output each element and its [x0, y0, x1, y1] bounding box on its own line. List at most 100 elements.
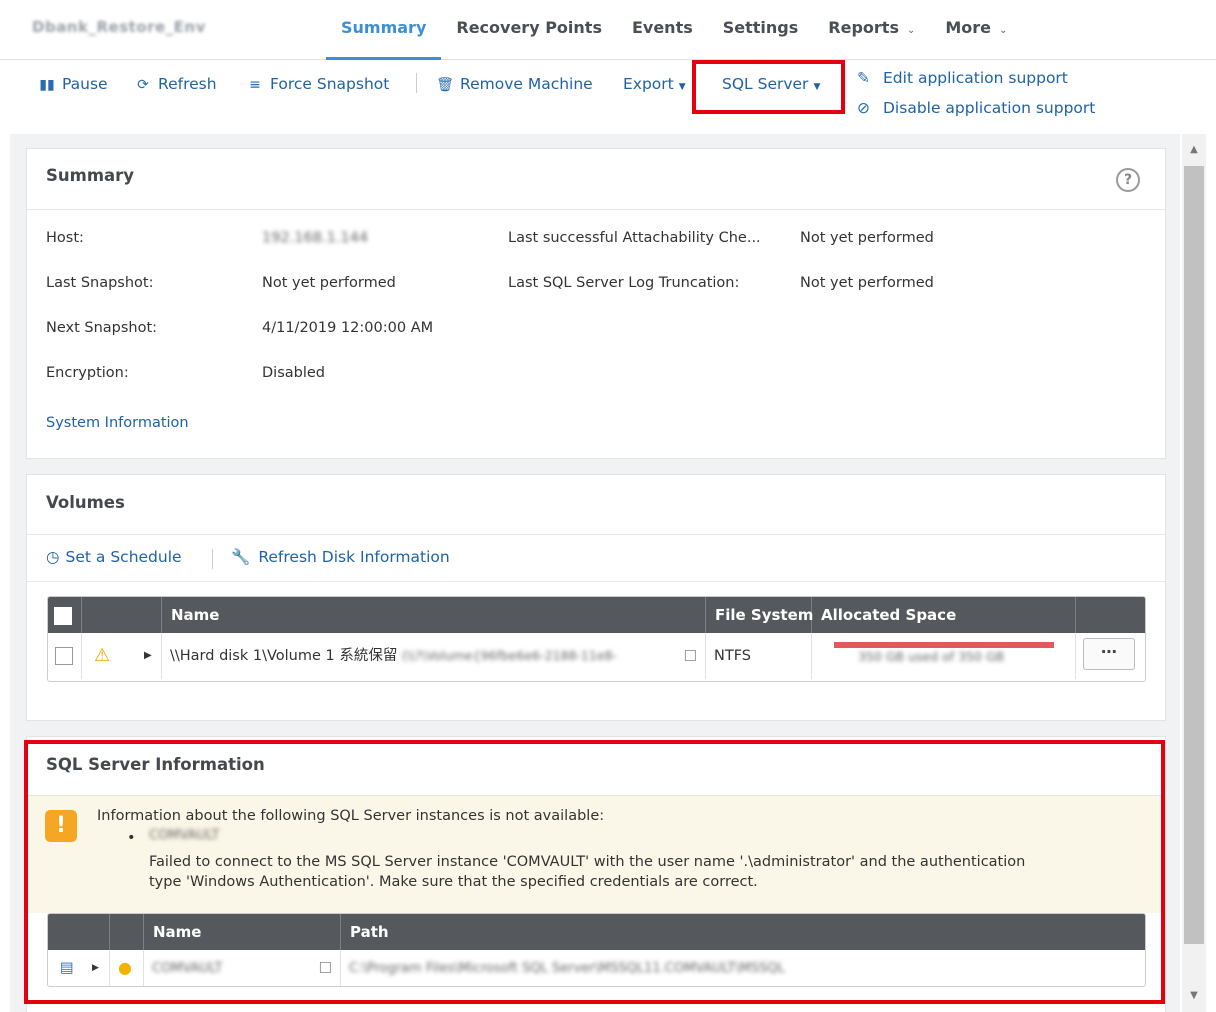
refresh-button[interactable]: ⟳ Refresh — [134, 72, 217, 96]
table-header: Name File System Allocated Space — [48, 597, 1145, 633]
remove-machine-button[interactable]: 🗑 Remove Machine — [436, 72, 593, 96]
table-header: Name Path — [48, 914, 1145, 950]
machine-name: Dbank_Restore_Env — [32, 18, 206, 36]
tab-summary[interactable]: Summary — [326, 0, 442, 60]
refresh-icon: ⟳ — [137, 77, 149, 93]
refresh-disk-button[interactable]: 🔧 Refresh Disk Information — [231, 548, 450, 566]
header-type — [48, 914, 110, 950]
tab-label: Recovery Points — [456, 18, 602, 37]
summary-title: Summary — [46, 166, 135, 185]
divider — [27, 581, 1165, 582]
volume-guid: (\\?\Volume{96fbe6e6-2188-11e8- — [401, 648, 617, 663]
tab-bar: Summary Recovery Points Events Settings … — [326, 0, 1022, 60]
toolbar-divider — [212, 549, 213, 569]
error-line-1: Failed to connect to the MS SQL Server i… — [149, 854, 1026, 870]
sql-path-cell: C:\Program Files\Microsoft SQL Server\MS… — [341, 950, 1145, 986]
edit-app-support-button[interactable]: ✎ Edit application support — [857, 69, 1068, 87]
last-snapshot-label: Last Snapshot: — [46, 275, 154, 291]
sql-server-highlight — [692, 60, 845, 114]
sql-instance-path: C:\Program Files\Microsoft SQL Server\MS… — [349, 961, 785, 976]
sql-instances-table: Name Path ▤ ▶ ● COMVAULT ☐ C:\Program Fi… — [47, 913, 1146, 987]
content-area: Summary ? Host: 192.168.1.144 Last Snaps… — [10, 134, 1180, 1012]
force-snapshot-button[interactable]: ≡ Force Snapshot — [246, 72, 389, 96]
layers-icon: ≡ — [249, 77, 261, 93]
comment-icon[interactable]: ☐ — [684, 633, 697, 679]
header-actions — [1076, 597, 1145, 633]
allocated-space-text: 350 GB used of 350 GB — [858, 649, 1005, 664]
expand-arrow-icon[interactable]: ▶ — [130, 633, 162, 679]
host-label: Host: — [46, 230, 84, 246]
summary-panel: Summary ? Host: 192.168.1.144 Last Snaps… — [26, 148, 1166, 459]
export-button[interactable]: Export ▼ — [623, 72, 686, 96]
header-name[interactable]: Name — [162, 597, 706, 633]
set-schedule-button[interactable]: ◷ Set a Schedule — [46, 548, 182, 566]
comment-icon[interactable]: ☐ — [319, 950, 332, 986]
encryption-value: Disabled — [262, 365, 325, 381]
scroll-up-icon[interactable]: ▲ — [1182, 140, 1206, 160]
edit-app-icon: ✎ — [857, 69, 870, 87]
pause-button[interactable]: ▮▮ Pause — [38, 72, 108, 96]
bullet-icon: • — [127, 830, 136, 846]
clock-icon: ◷ — [46, 548, 60, 566]
sql-info-title: SQL Server Information — [46, 755, 265, 774]
status-dot-icon: ● — [110, 950, 144, 986]
row-more-button[interactable]: ⋯ — [1083, 638, 1135, 670]
toolbar: ▮▮ Pause ⟳ Refresh ≡ Force Snapshot 🗑 Remove… — [10, 60, 1206, 134]
database-icon: ▤ — [60, 960, 74, 976]
tab-recovery-points[interactable]: Recovery Points — [441, 0, 617, 60]
host-value: 192.168.1.144 — [262, 230, 369, 246]
next-snapshot-value: 4/11/2019 12:00:00 AM — [262, 320, 434, 336]
disable-app-support-label: Disable application support — [883, 99, 1096, 117]
sql-name-cell: COMVAULT ☐ — [144, 950, 341, 986]
tab-reports[interactable]: Reports ⌄ — [813, 0, 930, 60]
log-truncation-value: Not yet performed — [800, 275, 934, 291]
header-status — [82, 597, 162, 633]
chevron-down-icon: ⌄ — [999, 25, 1008, 36]
divider — [27, 209, 1165, 210]
select-all-checkbox[interactable] — [54, 606, 72, 625]
tab-label: Events — [631, 18, 693, 37]
expand-arrow-icon[interactable]: ▶ — [88, 950, 110, 986]
volumes-title: Volumes — [46, 493, 125, 512]
chevron-down-icon: ⌄ — [906, 25, 916, 36]
header-allocated-space[interactable]: Allocated Space — [812, 597, 1076, 633]
header-file-system[interactable]: File System — [706, 597, 813, 633]
volumes-panel: Volumes ◷ Set a Schedule 🔧 Refresh Disk In… — [26, 474, 1166, 721]
header-status — [110, 914, 144, 950]
pause-label: Pause — [62, 75, 108, 93]
refresh-disk-label: Refresh Disk Information — [258, 548, 450, 566]
scrollbar[interactable]: ▲ ▼ — [1182, 134, 1206, 1012]
help-icon[interactable]: ? — [1116, 168, 1140, 192]
actions-cell: ⋯ — [1076, 633, 1145, 679]
export-label: Export — [623, 75, 674, 93]
allocated-space-cell: 350 GB used of 350 GB — [812, 633, 1076, 679]
tab-label: Summary — [341, 18, 427, 37]
header-path[interactable]: Path — [341, 914, 1145, 950]
last-snapshot-value: Not yet performed — [262, 275, 396, 291]
pause-icon: ▮▮ — [39, 77, 55, 93]
tab-settings[interactable]: Settings — [708, 0, 814, 60]
tab-events[interactable]: Events — [617, 0, 708, 60]
remove-machine-label: Remove Machine — [460, 75, 593, 93]
divider — [27, 534, 1165, 535]
header-name[interactable]: Name — [144, 914, 341, 950]
row-checkbox[interactable] — [55, 647, 73, 665]
file-system-cell: NTFS — [706, 633, 812, 679]
warning-box: ! Information about the following SQL Se… — [27, 796, 1165, 913]
scrollbar-thumb[interactable] — [1184, 166, 1204, 944]
disable-app-support-button[interactable]: ⊘ Disable application support — [857, 99, 1095, 117]
encryption-label: Encryption: — [46, 365, 129, 381]
next-snapshot-label: Next Snapshot: — [46, 320, 158, 336]
tab-label: Reports — [828, 18, 899, 37]
wrench-icon: 🔧 — [231, 548, 251, 566]
scroll-down-icon[interactable]: ▼ — [1182, 986, 1206, 1006]
row-select-cell — [48, 633, 82, 679]
set-schedule-label: Set a Schedule — [65, 548, 182, 566]
system-information-link[interactable]: System Information — [46, 415, 189, 431]
tab-more[interactable]: More ⌄ — [930, 0, 1022, 60]
refresh-label: Refresh — [158, 75, 217, 93]
disable-app-icon: ⊘ — [857, 99, 870, 117]
force-snapshot-label: Force Snapshot — [270, 75, 390, 93]
attachability-value: Not yet performed — [800, 230, 934, 246]
tab-label: More — [945, 18, 992, 37]
